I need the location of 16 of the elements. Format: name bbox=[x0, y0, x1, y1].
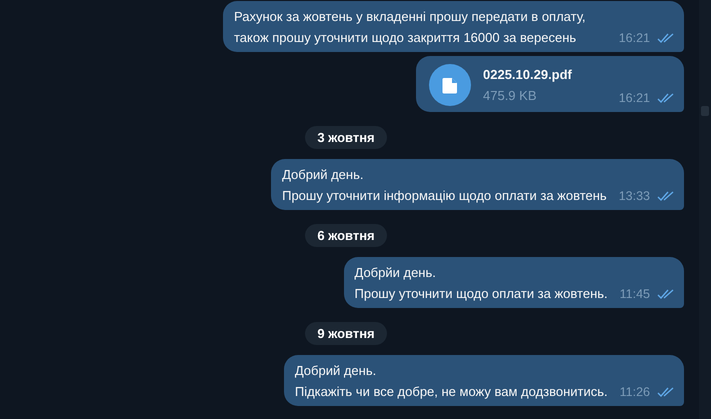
file-name[interactable]: 0225.10.29.pdf bbox=[483, 66, 579, 84]
message-time: 16:21 bbox=[618, 90, 650, 106]
message-text: Добрий день. Прошу уточнити інформацію щодо оплати за жовтень bbox=[282, 166, 607, 205]
file-size: 475.9 KB bbox=[483, 86, 538, 104]
message-time: 11:26 bbox=[620, 384, 650, 400]
scrollbar[interactable] bbox=[699, 0, 711, 419]
message-text: Добрий день. Підкажіть чи все добре, не можу вам додзвонитись. bbox=[294, 362, 608, 401]
message-time: 16:21 bbox=[618, 30, 650, 46]
message-text: Добрйи день. Прошу уточнити щодо оплати за жовтень. bbox=[354, 264, 608, 303]
date-label: 6 жовтня bbox=[305, 224, 387, 247]
message-time: 13:33 bbox=[618, 188, 650, 204]
date-label: 3 жовтня bbox=[305, 126, 387, 149]
message-text: Рахунок за жовтень у вкладенні прошу передати в оплату, також прошу уточнити щодо закриття 16000 за вересень bbox=[234, 8, 587, 47]
message-time: 11:45 bbox=[620, 286, 650, 302]
date-label: 9 жовтня bbox=[305, 322, 387, 345]
document-icon[interactable] bbox=[429, 64, 471, 106]
